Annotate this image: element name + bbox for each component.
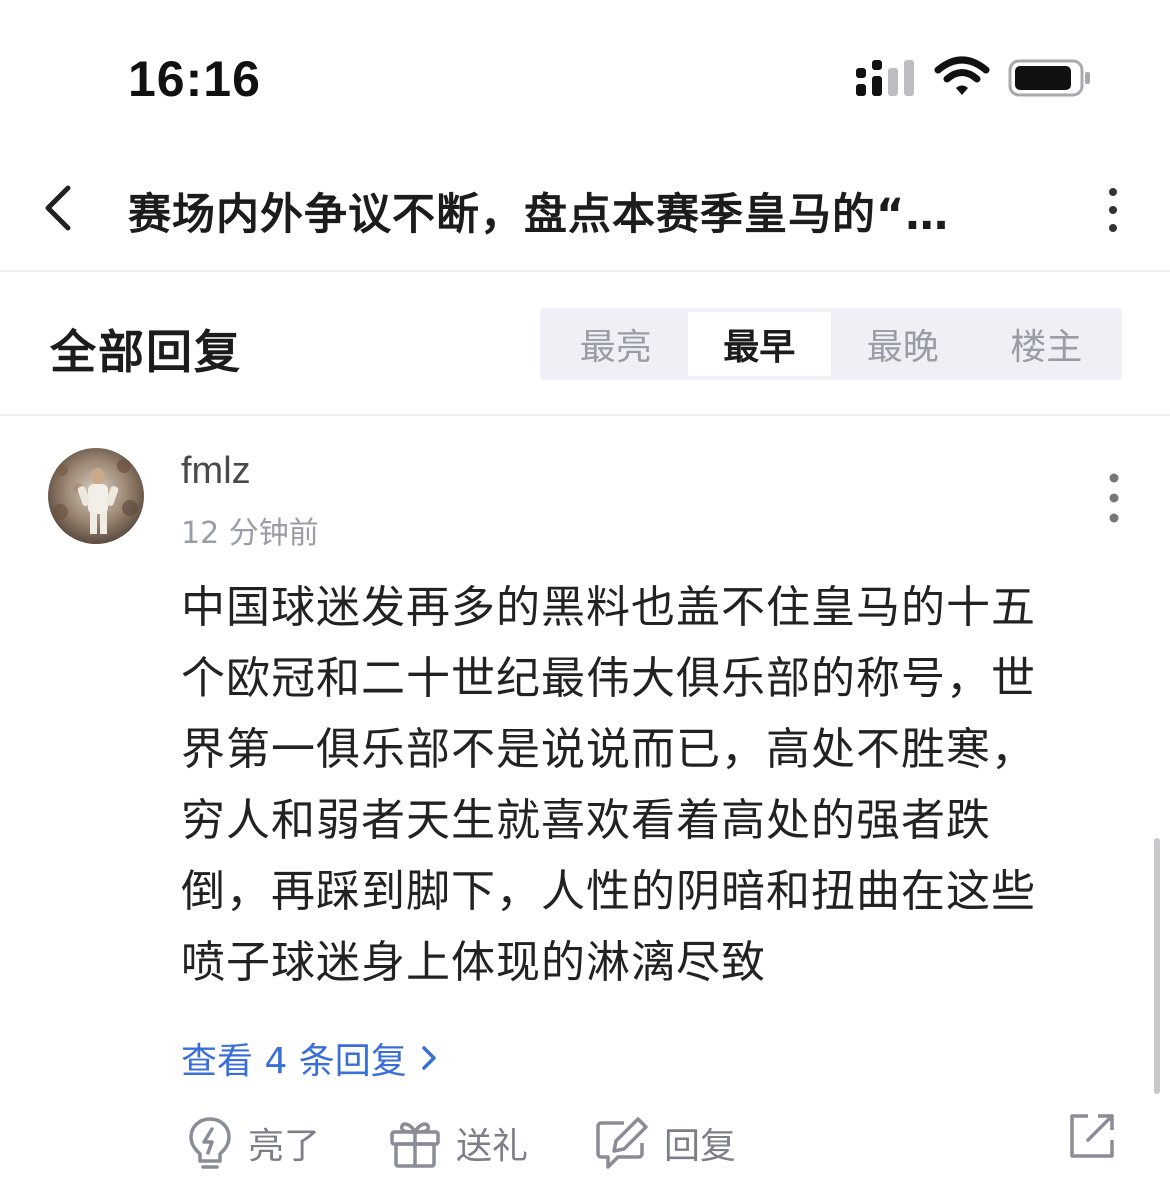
comment-line: 穷人和弱者天生就喜欢看着高处的强者跌 (181, 795, 991, 846)
scrollbar[interactable] (1154, 838, 1160, 1094)
reply-button[interactable]: 回复 (594, 1108, 736, 1178)
comment-action-bar: 亮了 送礼 回复 (0, 1108, 1170, 1188)
cellular-signal-icon (856, 60, 914, 96)
avatar-image (48, 448, 144, 544)
comment-line: 倒，再踩到脚下，人性的阴暗和扭曲在这些 (181, 866, 1036, 917)
view-replies-label: 查看 4 条回复 (181, 1041, 407, 1082)
replies-header: 全部回复 最亮 最早 最晚 楼主 (0, 272, 1170, 416)
replies-title: 全部回复 (50, 325, 242, 379)
back-chevron-icon[interactable] (30, 178, 90, 238)
user-avatar[interactable] (48, 448, 144, 544)
gift-label: 送礼 (456, 1126, 529, 1167)
share-icon[interactable] (1066, 1110, 1118, 1162)
comment-line: 个欧冠和二十世纪最伟大俱乐部的称号，世 (181, 653, 1036, 704)
comment-body: 中国球迷发再多的黑料也盖不住皇马的十五 个欧冠和二十世纪最伟大俱乐部的称号，世 … (181, 572, 1121, 998)
sort-tab-brightest[interactable]: 最亮 (544, 312, 688, 376)
status-bar: 16:16 (0, 0, 1170, 150)
view-replies-link[interactable]: 查看 4 条回复 (181, 1032, 439, 1084)
like-button[interactable]: 亮了 (186, 1108, 320, 1178)
comment-line: 中国球迷发再多的黑料也盖不住皇马的十五 (181, 582, 1036, 633)
status-time: 16:16 (128, 51, 261, 107)
more-options-icon[interactable] (1090, 180, 1136, 240)
sort-tab-earliest[interactable]: 最早 (687, 312, 831, 376)
wifi-icon (934, 56, 990, 95)
nav-bar: 赛场内外争议不断，盘点本赛季皇马的“… (0, 150, 1170, 272)
comment-more-icon[interactable] (1094, 470, 1134, 526)
reply-label: 回复 (664, 1126, 737, 1167)
comment-line: 喷子球迷身上体现的淋漓尽致 (181, 937, 766, 988)
sort-tab-op[interactable]: 楼主 (975, 312, 1119, 376)
comment-timestamp: 12 分钟前 (181, 516, 319, 551)
like-label: 亮了 (248, 1126, 321, 1167)
sort-tabs: 最亮 最早 最晚 楼主 (540, 308, 1122, 380)
comment-username[interactable]: fmlz (181, 450, 251, 493)
edit-reply-icon (596, 1117, 648, 1169)
lightbulb-icon (189, 1117, 231, 1169)
gift-button[interactable]: 送礼 (388, 1108, 528, 1178)
chevron-right-icon (422, 1046, 436, 1070)
gift-icon (390, 1122, 440, 1168)
sort-tab-latest[interactable]: 最晚 (831, 312, 975, 376)
comment-line: 界第一俱乐部不是说说而已，高处不胜寒， (181, 724, 1036, 775)
battery-icon (1008, 59, 1090, 97)
page-title: 赛场内外争议不断，盘点本赛季皇马的“… (128, 190, 950, 240)
comment-item: fmlz 12 分钟前 中国球迷发再多的黑料也盖不住皇马的十五 个欧冠和二十世纪… (0, 418, 1170, 1202)
